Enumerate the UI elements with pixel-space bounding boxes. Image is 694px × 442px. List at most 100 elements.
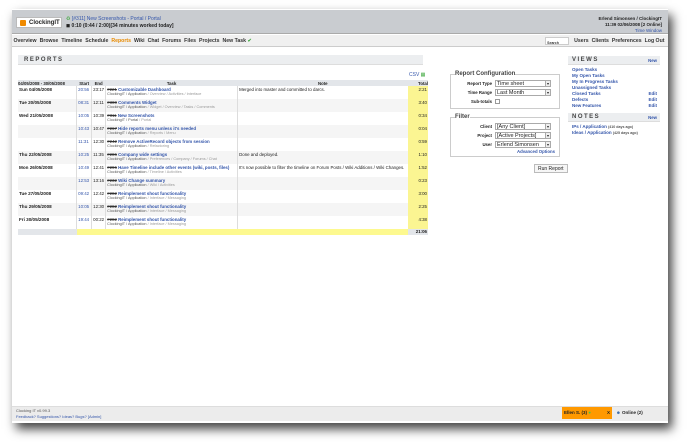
user-select[interactable]: Erlend Simonsen ▾	[495, 141, 551, 148]
row-start[interactable]: 12:53	[76, 177, 92, 190]
task-tags: / Refactoring	[147, 144, 170, 148]
nav-chat[interactable]: Chat	[146, 35, 161, 47]
project-select[interactable]: [Active Projects] ▾	[495, 132, 551, 139]
search-input[interactable]: Search	[544, 36, 569, 45]
new-view-link[interactable]: New	[648, 58, 657, 63]
note-link[interactable]: IPs / Application	[572, 124, 607, 129]
row-start[interactable]: 10:05	[76, 203, 92, 216]
project-path: ClockingIT / Application	[107, 105, 147, 109]
row-date: Wed 21/05/2008	[19, 113, 53, 118]
view-link[interactable]: My In Progress Tasks	[572, 79, 618, 84]
nav-forums[interactable]: Forums	[161, 35, 183, 47]
chevron-down-icon: ▾	[545, 124, 550, 129]
csv-export-button[interactable]: CSV ▦	[409, 72, 425, 78]
nav-preferences[interactable]: Preferences	[610, 35, 643, 47]
header: ClockingIT ♻ [#311] New Screenshots - Po…	[12, 10, 668, 34]
client-label: Client	[480, 124, 492, 129]
row-total: 0:34	[408, 112, 428, 125]
run-report-button[interactable]: Run Report	[534, 164, 568, 173]
row-total: 2:25	[408, 203, 428, 216]
project-label: Project	[477, 133, 492, 138]
task-tags: / Wiki / Activities	[147, 183, 175, 187]
chevron-down-icon: ▾	[545, 142, 550, 147]
client-select[interactable]: [Any Client] ▾	[495, 123, 551, 130]
row-end: 11:35	[91, 151, 106, 164]
row-total: 4:38	[408, 216, 428, 229]
task-tags: / Widget / Overview / Tasks / Comments	[147, 105, 215, 109]
nav-clients[interactable]: Clients	[590, 35, 610, 47]
nav-users[interactable]: Users	[573, 35, 590, 47]
chat-tab[interactable]: Ellen S. (3) ● X	[562, 407, 612, 419]
nav-schedule[interactable]: Schedule	[84, 35, 110, 47]
nav-timeline[interactable]: Timeline	[60, 35, 84, 47]
time-range-select[interactable]: Last Month ▾	[495, 89, 551, 96]
edit-view-link[interactable]: Edit	[649, 91, 658, 96]
note-age: (425 days ago)	[612, 131, 638, 135]
nav-new-task[interactable]: New Task	[221, 35, 248, 47]
subtotals-label: Sub-totals	[470, 99, 492, 104]
edit-view-link[interactable]: Edit	[649, 103, 658, 108]
subtotals-checkbox[interactable]	[495, 99, 500, 104]
logo[interactable]: ClockingIT	[16, 17, 62, 28]
user-info: Erlend Simonsen / ClockingIT 11:39 02/06…	[598, 16, 662, 34]
feedback-links[interactable]: Feedback? Suggestions? Ideas? Bugs? [Adm…	[16, 414, 101, 419]
row-start[interactable]: 08:31	[76, 99, 92, 112]
current-task-link[interactable]: [#311] New Screenshots - Portal / Portal	[72, 16, 161, 22]
nav-log-out[interactable]: Log Out	[643, 35, 666, 47]
row-start[interactable]: 10:05	[76, 112, 92, 125]
row-end: 23:17	[91, 86, 106, 99]
view-link[interactable]: New Features	[572, 103, 601, 108]
filter: Filter Client [Any Client] ▾ Project [Activ…	[450, 114, 560, 157]
task-crumb: ClockingIT / Application / Preferences /…	[107, 157, 236, 161]
row-note: Done and deployed.	[237, 151, 409, 164]
row-start[interactable]: 10:43	[76, 125, 92, 138]
row-end: 12:11	[91, 99, 106, 112]
task-tags: / Timeline / Activities	[147, 170, 182, 174]
task-tags: / Interface / Messaging	[147, 222, 187, 226]
row-start[interactable]: 19:44	[76, 216, 92, 229]
total-filler	[237, 229, 409, 235]
project-path: ClockingIT / Application	[107, 209, 147, 213]
edit-view-link[interactable]: Edit	[649, 97, 658, 102]
close-icon[interactable]: X	[607, 410, 610, 415]
row-end: 00:22	[91, 216, 106, 229]
nav-projects[interactable]: Projects	[197, 35, 220, 47]
nav-files[interactable]: Files	[183, 35, 198, 47]
online-users[interactable]: ☻ Online (2)	[616, 410, 643, 415]
row-start[interactable]: 10:49	[76, 164, 92, 177]
nav-overview[interactable]: Overview	[12, 35, 38, 47]
view-link[interactable]: Open Tasks	[572, 67, 597, 72]
row-start[interactable]: 11:31	[76, 138, 92, 151]
row-end: 12:42	[91, 190, 106, 203]
row-start[interactable]: 09:42	[76, 190, 92, 203]
time-window-link[interactable]: Time Window	[635, 28, 662, 33]
new-note-link[interactable]: New	[648, 115, 657, 120]
row-total: 3:00	[408, 190, 428, 203]
timer: 0:10 (0:44 / 2:00)[34 minutes worked tod…	[71, 23, 174, 29]
row-start[interactable]: 20:56	[76, 86, 92, 99]
view-link[interactable]: Unassigned Tasks	[572, 85, 611, 90]
task-crumb: ClockingIT / Portal / Portal	[107, 118, 236, 122]
task-crumb: ClockingIT / Application / Reports / Men…	[107, 131, 236, 135]
view-link[interactable]: Defects	[572, 97, 588, 102]
row-date: Sun 04/05/2008	[19, 87, 52, 92]
view-link[interactable]: Closed Tasks	[572, 91, 601, 96]
row-start[interactable]: 10:25	[76, 151, 92, 164]
view-link[interactable]: My Open Tasks	[572, 73, 605, 78]
report-type-select[interactable]: Time sheet ▾	[495, 80, 551, 87]
nav-browse[interactable]: Browse	[38, 35, 60, 47]
stop-icon[interactable]: ◼	[66, 23, 70, 29]
row-note	[237, 203, 409, 216]
note-link[interactable]: Ideas / Application	[572, 130, 612, 135]
task-tags: / Portal	[139, 118, 152, 122]
advanced-options-link[interactable]: Advanced Options	[455, 149, 555, 154]
row-date: Thu 29/05/2008	[18, 203, 77, 216]
row-end: 12:30	[91, 203, 106, 216]
notes-panel: NOTES New IPs / Application (410 days ago…	[568, 113, 660, 136]
nav-wiki[interactable]: Wiki	[132, 35, 146, 47]
row-note	[237, 216, 409, 229]
project-path: ClockingIT / Application	[107, 222, 147, 226]
task-tags: / Reports / Menu	[147, 131, 176, 135]
nav-reports[interactable]: Reports	[110, 35, 133, 47]
row-date	[18, 138, 77, 151]
